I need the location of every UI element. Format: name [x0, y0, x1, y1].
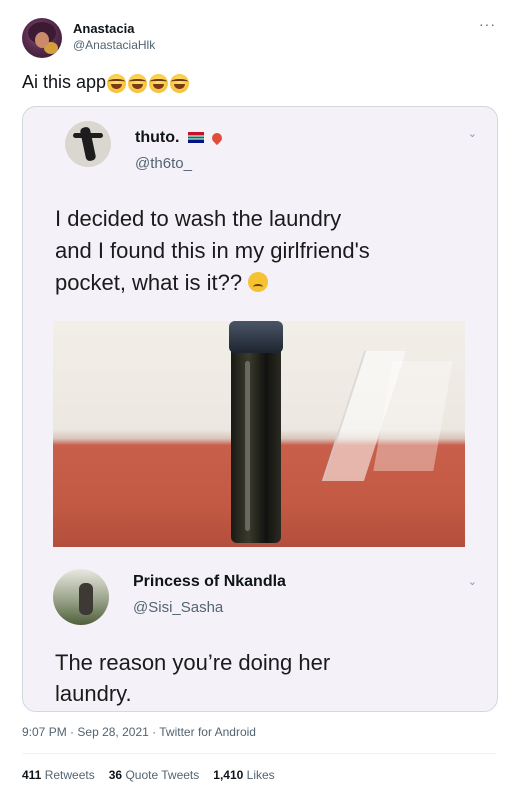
embedded-avatar-1: [65, 121, 111, 167]
author-avatar[interactable]: [22, 18, 62, 58]
retweets-label: Retweets: [44, 768, 95, 782]
author-handle[interactable]: @AnastaciaHlk: [73, 38, 155, 52]
embedded-text-2: The reason you’re doing her laundry.: [55, 647, 475, 709]
tweet-stats: 411 Retweets 36 Quote Tweets 1,410 Likes: [22, 768, 275, 782]
location-pin-icon: [210, 130, 225, 145]
retweets-count: 411: [22, 768, 42, 782]
tweet-date[interactable]: Sep 28, 2021: [77, 725, 148, 739]
laughing-emoji-icon: [170, 73, 190, 93]
tweet-time[interactable]: 9:07 PM: [22, 725, 67, 739]
likes-count: 1,410: [213, 768, 244, 782]
embedded-text-1: I decided to wash the laundry and I foun…: [55, 203, 475, 299]
embedded-text-2-line1: The reason you’re doing her: [55, 650, 331, 675]
likes-label: Likes: [246, 768, 275, 782]
divider: [22, 753, 496, 754]
embedded-name-1-text: thuto.: [135, 129, 180, 146]
meta-separator: ·: [70, 725, 75, 739]
embedded-text-2-line2: laundry.: [55, 681, 132, 706]
chevron-down-icon: ⌄: [467, 128, 477, 140]
embedded-text-1-line1: I decided to wash the laundry: [55, 206, 342, 231]
retweets-stat[interactable]: 411 Retweets: [22, 768, 95, 782]
embedded-avatar-2: [53, 569, 109, 625]
sad-face-emoji-icon: [248, 272, 269, 292]
tweet-source[interactable]: Twitter for Android: [159, 725, 256, 739]
tweet: Anastacia @AnastaciaHlk ··· Ai this app …: [0, 0, 516, 800]
likes-stat[interactable]: 1,410 Likes: [213, 768, 274, 782]
embedded-name-1: thuto.: [135, 129, 225, 147]
quotes-count: 36: [108, 768, 123, 782]
tweet-metadata: 9:07 PM · Sep 28, 2021 · Twitter for And…: [22, 725, 256, 739]
embedded-name-2: Princess of Nkandla: [133, 573, 286, 590]
tweet-image[interactable]: thuto. @th6to_ ⌄ I decided to wash the l…: [22, 106, 498, 712]
quotes-stat[interactable]: 36 Quote Tweets: [109, 768, 200, 782]
bottle-photo: [53, 321, 465, 547]
tweet-text-body: Ai this app: [22, 72, 107, 92]
quotes-label: Quote Tweets: [125, 768, 200, 782]
meta-separator: ·: [152, 725, 157, 739]
author-name[interactable]: Anastacia: [73, 21, 134, 36]
embedded-text-1-line3: pocket, what is it??: [55, 270, 243, 295]
chevron-down-icon: ⌄: [467, 576, 477, 588]
laughing-emoji-group: [107, 73, 190, 93]
laughing-emoji-icon: [149, 73, 169, 93]
embedded-handle-2: @Sisi_Sasha: [133, 599, 224, 616]
tweet-text: Ai this app: [22, 72, 190, 93]
laughing-emoji-icon: [107, 73, 127, 93]
south-africa-flag-icon: [187, 132, 204, 144]
more-dots-icon[interactable]: ···: [479, 16, 496, 32]
embedded-handle-1: @th6to_: [135, 155, 192, 172]
embedded-text-1-line2: and I found this in my girlfriend's: [55, 238, 370, 263]
laughing-emoji-icon: [128, 73, 148, 93]
